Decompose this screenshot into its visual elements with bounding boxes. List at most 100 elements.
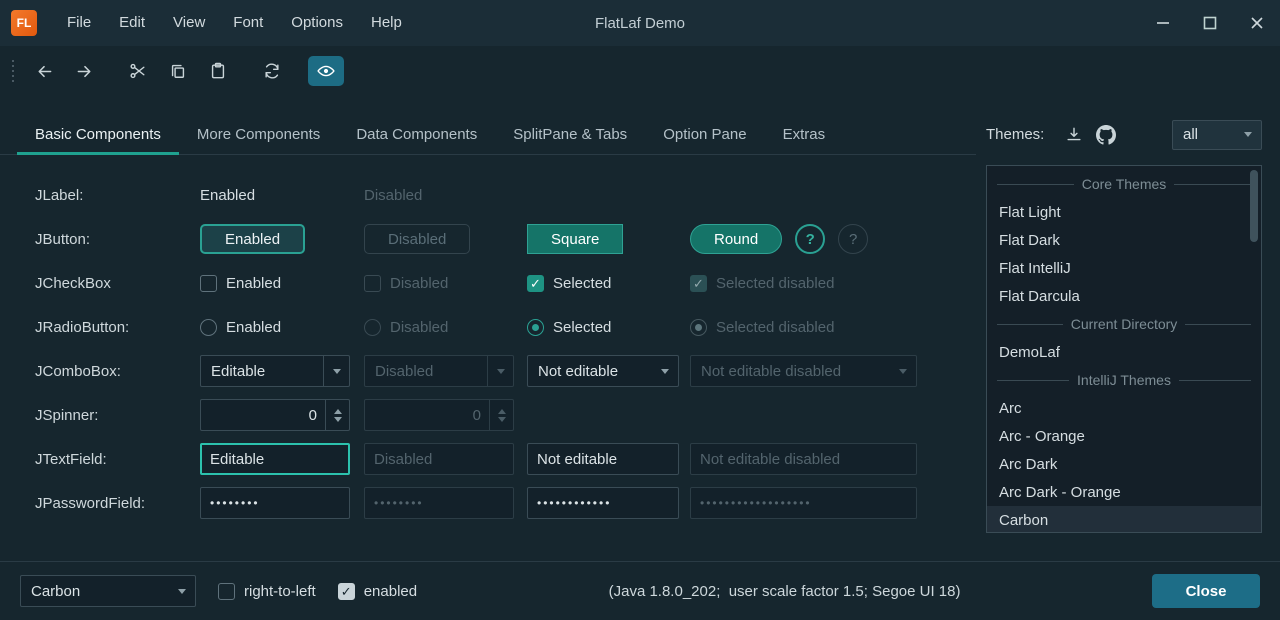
themes-panel: Themes: all Core Themes Flat Light Flat … <box>986 96 1262 533</box>
enabled-checkbox[interactable]: ✓ enabled <box>338 583 417 600</box>
tab-splitpane-tabs[interactable]: SplitPane & Tabs <box>495 114 645 154</box>
show-details-toggle-button[interactable] <box>308 56 344 86</box>
copy-button[interactable] <box>160 56 196 86</box>
themes-list: Core Themes Flat Light Flat Dark Flat In… <box>986 165 1262 533</box>
radio-enabled[interactable]: Enabled <box>200 319 364 336</box>
square-button[interactable]: Square <box>527 224 623 254</box>
close-button[interactable]: Close <box>1152 574 1260 608</box>
scissors-icon <box>128 61 148 81</box>
chevron-down-icon <box>899 369 907 374</box>
passwordfield-enabled[interactable]: •••••••• <box>200 487 350 519</box>
disabled-button: Disabled <box>364 224 470 254</box>
combobox-editable[interactable]: Editable <box>200 355 350 387</box>
main-content: Basic Components More Components Data Co… <box>0 96 1280 533</box>
right-to-left-checkbox[interactable]: right-to-left <box>218 583 316 600</box>
combobox-arrow-button[interactable] <box>169 576 195 606</box>
jradiobutton-row-label: JRadioButton: <box>35 319 200 336</box>
statusbar: Carbon right-to-left ✓ enabled (Java 1.8… <box>0 561 1280 620</box>
textfield-not-editable[interactable]: Not editable <box>527 443 679 475</box>
components-grid: JLabel: Enabled Disabled JButton: Enable… <box>0 173 976 525</box>
radio-icon[interactable] <box>200 319 217 336</box>
radio-icon <box>364 319 381 336</box>
textfield-editable-focused[interactable]: Editable <box>200 443 350 475</box>
spinner-up-icon <box>334 409 342 414</box>
toolbar <box>0 46 1280 96</box>
enabled-button[interactable]: Enabled <box>200 224 305 254</box>
passwordfield-not-editable[interactable]: •••••••••••• <box>527 487 679 519</box>
theme-item-flat-dark[interactable]: Flat Dark <box>987 226 1261 254</box>
close-window-button[interactable] <box>1233 0 1280 46</box>
theme-item-flat-light[interactable]: Flat Light <box>987 198 1261 226</box>
theme-item-demolaf[interactable]: DemoLaf <box>987 338 1261 366</box>
passwordfield-not-editable-disabled: •••••••••••••••••• <box>690 487 917 519</box>
textfield-disabled: Disabled <box>364 443 514 475</box>
combobox-not-editable[interactable]: Not editable <box>527 355 679 387</box>
menu-item-edit[interactable]: Edit <box>105 0 159 46</box>
jcombobox-row-label: JComboBox: <box>35 363 200 380</box>
theme-item-arc-orange[interactable]: Arc - Orange <box>987 422 1261 450</box>
jspinner-row-label: JSpinner: <box>35 407 200 424</box>
themes-list-scrollbar[interactable] <box>1250 170 1258 242</box>
back-button[interactable] <box>26 56 62 86</box>
spinner-enabled[interactable]: 0 <box>200 399 350 431</box>
tab-strip: Basic Components More Components Data Co… <box>0 114 976 155</box>
tab-extras[interactable]: Extras <box>765 114 844 154</box>
menu-item-font[interactable]: Font <box>219 0 277 46</box>
theme-category-current-directory: Current Directory <box>987 310 1261 338</box>
theme-item-arc-dark[interactable]: Arc Dark <box>987 450 1261 478</box>
menu-item-options[interactable]: Options <box>277 0 357 46</box>
radio-selected-icon[interactable] <box>527 319 544 336</box>
help-button-disabled: ? <box>838 224 868 254</box>
download-themes-button[interactable] <box>1058 120 1090 150</box>
maximize-button[interactable] <box>1186 0 1233 46</box>
theme-filter-combobox[interactable]: all <box>1172 120 1262 150</box>
refresh-button[interactable] <box>254 56 290 86</box>
themes-label: Themes: <box>986 126 1044 143</box>
combobox-arrow-button[interactable] <box>652 356 678 386</box>
checkbox-enabled[interactable]: Enabled <box>200 275 364 292</box>
cut-button[interactable] <box>120 56 156 86</box>
checkbox-icon[interactable] <box>200 275 217 292</box>
checkbox-selected-disabled: ✓ Selected disabled <box>690 275 976 292</box>
chevron-down-icon <box>497 369 505 374</box>
forward-arrow-icon <box>74 61 95 82</box>
tab-data-components[interactable]: Data Components <box>338 114 495 154</box>
themes-header: Themes: all <box>986 114 1262 155</box>
theme-item-arc-dark-orange[interactable]: Arc Dark - Orange <box>987 478 1261 506</box>
forward-button[interactable] <box>66 56 102 86</box>
passwordfield-disabled: •••••••• <box>364 487 514 519</box>
checkbox-checked-icon[interactable]: ✓ <box>338 583 355 600</box>
theme-item-flat-darcula[interactable]: Flat Darcula <box>987 282 1261 310</box>
theme-item-flat-intellij[interactable]: Flat IntelliJ <box>987 254 1261 282</box>
minimize-button[interactable] <box>1139 0 1186 46</box>
theme-item-carbon[interactable]: Carbon <box>987 506 1261 533</box>
combobox-arrow-button[interactable] <box>1235 121 1261 149</box>
paste-button[interactable] <box>200 56 236 86</box>
checkbox-checked-icon[interactable]: ✓ <box>527 275 544 292</box>
refresh-icon <box>262 61 282 81</box>
menu-item-file[interactable]: File <box>53 0 105 46</box>
theme-combobox[interactable]: Carbon <box>20 575 196 607</box>
combobox-not-editable-disabled: Not editable disabled <box>690 355 917 387</box>
toolbar-grip-handle[interactable] <box>12 60 14 82</box>
round-button[interactable]: Round <box>690 224 782 254</box>
tab-more-components[interactable]: More Components <box>179 114 338 154</box>
jlabel-disabled: Disabled <box>364 187 422 204</box>
menu-item-view[interactable]: View <box>159 0 219 46</box>
jcheckbox-row-label: JCheckBox <box>35 275 200 292</box>
jbutton-row-label: JButton: <box>35 231 200 248</box>
checkbox-selected[interactable]: ✓ Selected <box>527 275 690 292</box>
github-button[interactable] <box>1090 120 1122 150</box>
theme-item-arc[interactable]: Arc <box>987 394 1261 422</box>
spinner-arrows[interactable] <box>325 400 349 430</box>
tab-option-pane[interactable]: Option Pane <box>645 114 764 154</box>
combobox-arrow-button[interactable] <box>323 356 349 386</box>
checkbox-disabled: Disabled <box>364 275 527 292</box>
radio-selected[interactable]: Selected <box>527 319 690 336</box>
tab-basic-components[interactable]: Basic Components <box>17 114 179 154</box>
spinner-up-icon <box>498 409 506 414</box>
maximize-icon <box>1204 18 1215 29</box>
checkbox-icon[interactable] <box>218 583 235 600</box>
help-button[interactable]: ? <box>795 224 825 254</box>
menu-item-help[interactable]: Help <box>357 0 416 46</box>
